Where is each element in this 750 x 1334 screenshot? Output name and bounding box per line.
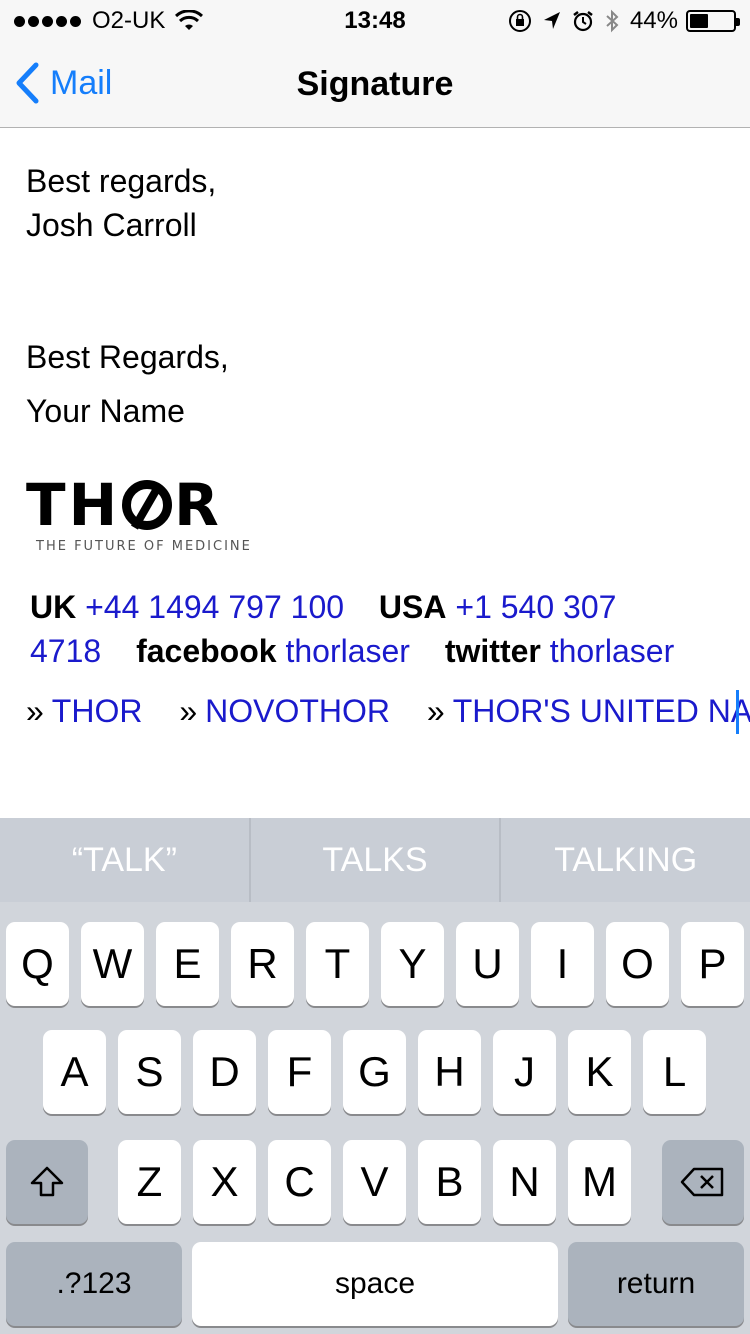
key-e[interactable]: E: [156, 922, 219, 1006]
shift-key[interactable]: [6, 1140, 88, 1224]
key-l[interactable]: L: [643, 1030, 706, 1114]
shift-arrow-icon: [30, 1166, 64, 1197]
key-c[interactable]: C: [268, 1140, 331, 1224]
key-y[interactable]: Y: [381, 922, 444, 1006]
link-prefix: »: [426, 693, 445, 729]
uk-phone-link[interactable]: +44 1494 797 100: [85, 589, 344, 625]
twitter-label: twitter: [444, 633, 541, 669]
twitter-link[interactable]: thorlaser: [550, 633, 675, 669]
usa-phone-link[interactable]: +1 540 307: [455, 589, 616, 625]
key-j[interactable]: J: [493, 1030, 556, 1114]
thors-united-nations-link[interactable]: THOR'S UNITED NA: [453, 693, 750, 729]
battery-percent: 44%: [629, 7, 678, 34]
key-f[interactable]: F: [268, 1030, 331, 1114]
usa-label: USA: [378, 589, 447, 625]
thor-link[interactable]: THOR: [52, 693, 143, 729]
facebook-label: facebook: [136, 633, 277, 669]
keyboard: “TALK” TALKS TALKING QWERTYUIOP ASDFGHJKL…: [0, 818, 750, 1334]
bluetooth-icon: [606, 9, 619, 33]
signature-line-3: Best Regards,: [26, 339, 229, 375]
facebook-link[interactable]: thorlaser: [285, 633, 410, 669]
thor-logo: TH R THE FUTURE OF MEDICINE: [26, 475, 276, 565]
text-cursor: [736, 690, 739, 734]
space-key[interactable]: space: [192, 1242, 558, 1326]
key-v[interactable]: V: [343, 1140, 406, 1224]
thor-logo-o: [122, 480, 173, 530]
key-d[interactable]: D: [193, 1030, 256, 1114]
signature-editor[interactable]: Best regards, Josh Carroll Best Regards,…: [0, 129, 750, 819]
signature-line-2: Josh Carroll: [26, 207, 197, 243]
status-right: 44%: [508, 7, 740, 35]
link-prefix: »: [26, 693, 44, 729]
signature-line-1: Best regards,: [26, 163, 217, 199]
key-r[interactable]: R: [231, 922, 294, 1006]
thor-logo-wordmark: TH R: [26, 471, 222, 539]
page-title: Signature: [296, 65, 454, 103]
thor-logo-tagline: THE FUTURE OF MEDICINE: [36, 539, 252, 554]
key-n[interactable]: N: [493, 1140, 556, 1224]
key-g[interactable]: G: [343, 1030, 406, 1114]
website-links: » THOR » NOVOTHOR » THOR'S UNITED NA: [26, 689, 750, 733]
return-key[interactable]: return: [568, 1242, 744, 1326]
key-w[interactable]: W: [81, 922, 144, 1006]
link-prefix: »: [179, 693, 198, 729]
key-a[interactable]: A: [43, 1030, 106, 1114]
location-icon: [543, 12, 560, 29]
key-m[interactable]: M: [568, 1140, 631, 1224]
key-u[interactable]: U: [456, 922, 519, 1006]
navigation-bar: Mail Signature: [0, 40, 750, 128]
key-s[interactable]: S: [118, 1030, 181, 1114]
novothor-link[interactable]: NOVOTHOR: [205, 693, 390, 729]
key-q[interactable]: Q: [6, 922, 69, 1006]
key-b[interactable]: B: [418, 1140, 481, 1224]
key-t[interactable]: T: [306, 922, 369, 1006]
delete-key[interactable]: [662, 1140, 744, 1224]
key-x[interactable]: X: [193, 1140, 256, 1224]
contact-block: UK +44 1494 797 100 USA +1 540 307 4718 …: [30, 585, 730, 673]
key-o[interactable]: O: [606, 922, 669, 1006]
suggestion-1[interactable]: “TALK”: [0, 818, 251, 902]
suggestion-2[interactable]: TALKS: [251, 818, 502, 902]
battery-icon: [686, 10, 740, 32]
status-bar: O2-UK 13:48 44%: [0, 0, 750, 40]
usa-phone-link-continued[interactable]: 4718: [30, 633, 101, 669]
key-p[interactable]: P: [681, 922, 744, 1006]
uk-label: UK: [30, 589, 77, 625]
signature-line-4: Your Name: [26, 393, 185, 429]
backspace-icon: [680, 1167, 724, 1197]
key-z[interactable]: Z: [118, 1140, 181, 1224]
numbers-key[interactable]: .?123: [6, 1242, 182, 1326]
alarm-icon: [573, 11, 593, 32]
key-h[interactable]: H: [418, 1030, 481, 1114]
predictive-bar: “TALK” TALKS TALKING: [0, 818, 750, 902]
key-k[interactable]: K: [568, 1030, 631, 1114]
key-i[interactable]: I: [531, 922, 594, 1006]
orientation-lock-icon: [508, 10, 531, 32]
suggestion-3[interactable]: TALKING: [501, 818, 750, 902]
